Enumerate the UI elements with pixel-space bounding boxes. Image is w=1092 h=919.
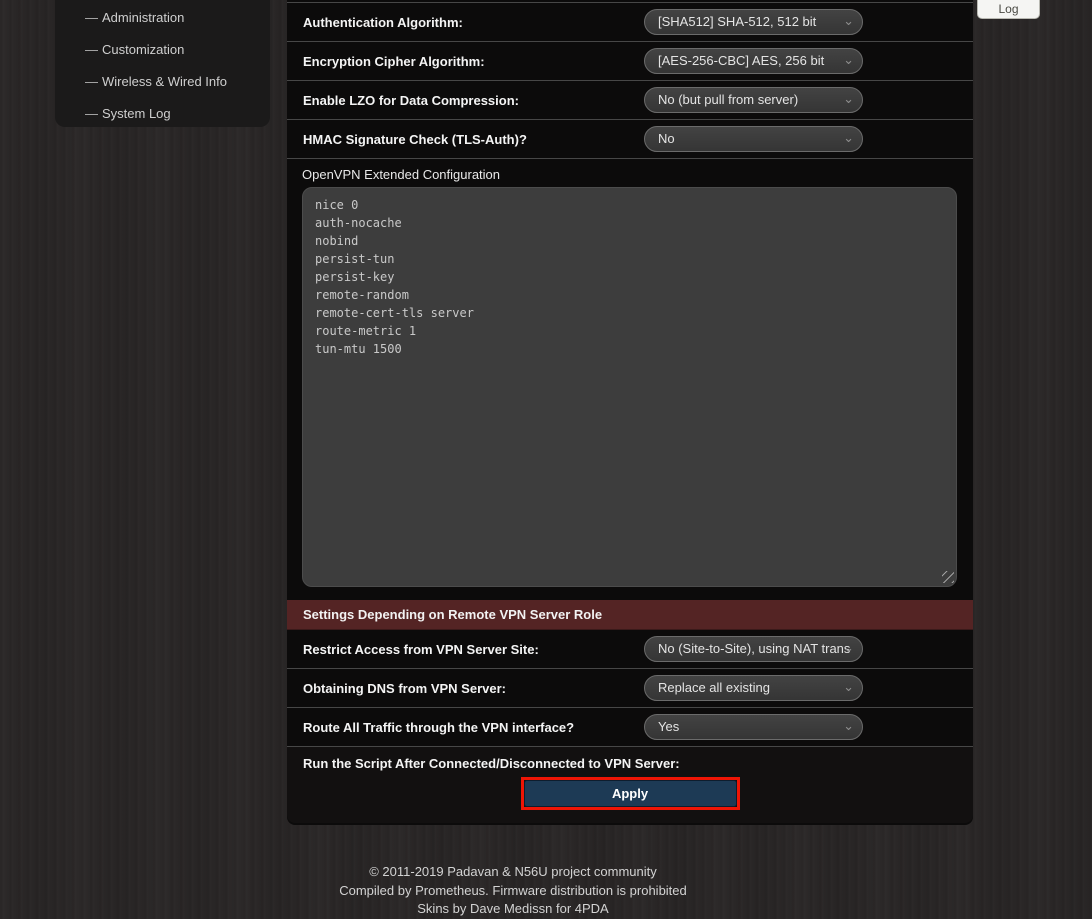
row-label: Restrict Access from VPN Server Site: [287, 642, 539, 657]
sidebar-item-label: Wireless & Wired Info [102, 74, 227, 89]
sidebar-item-system-log[interactable]: — System Log [55, 97, 270, 127]
form-row-encryption-cipher: Encryption Cipher Algorithm: [AES-256-CB… [287, 42, 973, 81]
row-label: Obtaining DNS from VPN Server: [287, 681, 506, 696]
select-value: Yes [645, 715, 862, 739]
apply-highlight-box: Apply [521, 777, 740, 810]
select-value: No (Site-to-Site), using NAT trans [645, 637, 862, 661]
sidebar: — Administration — Customization — Wirel… [55, 0, 270, 127]
hmac-signature-select[interactable]: No ⌄ [644, 126, 863, 152]
route-all-traffic-select[interactable]: Yes ⌄ [644, 714, 863, 740]
form-row-lzo-compression: Enable LZO for Data Compression: No (but… [287, 81, 973, 120]
row-label: HMAC Signature Check (TLS-Auth)? [287, 132, 527, 147]
footer-line-compiled: Compiled by Prometheus. Firmware distrib… [0, 882, 1026, 901]
auth-algorithm-select[interactable]: [SHA512] SHA-512, 512 bit ⌄ [644, 9, 863, 35]
extended-config-section: OpenVPN Extended Configuration nice 0 au… [287, 159, 973, 600]
sidebar-item-label: Customization [102, 42, 184, 57]
dash-icon: — [85, 106, 97, 121]
dash-icon: — [85, 10, 97, 25]
apply-section: Run the Script After Connected/Disconnec… [287, 747, 973, 823]
row-label: Authentication Algorithm: [287, 15, 463, 30]
lzo-compression-select[interactable]: No (but pull from server) ⌄ [644, 87, 863, 113]
row-label: Enable LZO for Data Compression: [287, 93, 519, 108]
row-label: Encryption Cipher Algorithm: [287, 54, 485, 69]
select-value: No [645, 127, 862, 151]
restrict-access-select[interactable]: No (Site-to-Site), using NAT trans ⌄ [644, 636, 863, 662]
dash-icon: — [85, 74, 97, 89]
apply-button[interactable]: Apply [524, 780, 737, 807]
sidebar-item-administration[interactable]: — Administration [55, 1, 270, 33]
form-row-restrict-access: Restrict Access from VPN Server Site: No… [287, 630, 973, 669]
footer-line-copyright: © 2011-2019 Padavan & N56U project commu… [0, 863, 1026, 882]
form-row-obtaining-dns: Obtaining DNS from VPN Server: Replace a… [287, 669, 973, 708]
vpn-client-settings-panel: Authentication Algorithm: [SHA512] SHA-5… [287, 0, 973, 825]
sidebar-item-label: System Log [102, 106, 171, 121]
form-row-authentication-algorithm: Authentication Algorithm: [SHA512] SHA-5… [287, 3, 973, 42]
select-value: [AES-256-CBC] AES, 256 bit [645, 49, 862, 73]
extended-config-label: OpenVPN Extended Configuration [302, 167, 957, 182]
select-value: Replace all existing [645, 676, 862, 700]
select-value: No (but pull from server) [645, 88, 862, 112]
sidebar-item-customization[interactable]: — Customization [55, 33, 270, 65]
footer-line-skins: Skins by Dave Medissn for 4PDA [0, 900, 1026, 919]
sidebar-item-wireless-wired-info[interactable]: — Wireless & Wired Info [55, 65, 270, 97]
log-button[interactable]: Log [977, 0, 1040, 19]
section-header-server-role: Settings Depending on Remote VPN Server … [287, 600, 973, 630]
extended-config-textarea[interactable]: nice 0 auth-nocache nobind persist-tun p… [302, 187, 957, 587]
select-value: [SHA512] SHA-512, 512 bit [645, 10, 862, 34]
form-row-hmac-signature: HMAC Signature Check (TLS-Auth)? No ⌄ [287, 120, 973, 159]
dns-from-vpn-select[interactable]: Replace all existing ⌄ [644, 675, 863, 701]
cipher-algorithm-select[interactable]: [AES-256-CBC] AES, 256 bit ⌄ [644, 48, 863, 74]
row-label: Route All Traffic through the VPN interf… [287, 720, 574, 735]
script-label: Run the Script After Connected/Disconnec… [287, 747, 973, 773]
sidebar-item-label: Administration [102, 10, 184, 25]
form-row-route-all-traffic: Route All Traffic through the VPN interf… [287, 708, 973, 747]
dash-icon: — [85, 42, 97, 57]
footer: © 2011-2019 Padavan & N56U project commu… [0, 863, 1026, 919]
